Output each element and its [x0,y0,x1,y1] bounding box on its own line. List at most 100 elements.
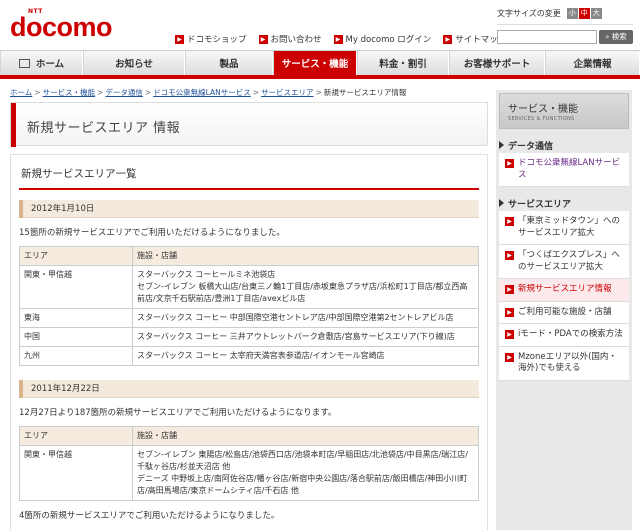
sidebar-item-label: 「つくばエクスプレス」へのサービスエリア拡大 [518,250,620,272]
sidebar-category-area[interactable]: サービスエリア [499,195,629,211]
nav-item-label: 製品 [219,59,239,70]
date-heading: 2011年12月22日 [19,380,479,398]
font-size-small-button[interactable]: 小 [566,7,578,19]
nav-item-home[interactable]: ホーム [0,51,83,75]
column-header-area: エリア [19,426,133,446]
nav-item-news[interactable]: お知らせ [83,51,185,75]
column-header-facility: 施設・店舗 [132,426,479,446]
breadcrumb-current: 新規サービスエリア情報 [323,88,407,97]
sidebar-category-data[interactable]: データ通信 [499,137,629,153]
sidebar-category-label: サービスエリア [508,199,572,210]
search-icon: ⌕ [605,32,610,41]
area-table: エリア 施設・店舗 関東・甲信越 スターバックス コーヒールミネ池袋店 セブン-… [19,246,479,366]
sidebar-item-label: 新規サービスエリア情報 [518,284,612,294]
util-link-shop[interactable]: ▶ ドコモショップ [175,33,247,45]
sidebar: サービス・機能 SERVICES & FUNCTIONS データ通信 ▶ ドコモ公… [496,90,632,530]
breadcrumb-link-area[interactable]: サービスエリア [261,88,314,97]
table-row: 東海 スターバックス コーヒー 中部国際空港セントレア店/中部国際空港第2セント… [19,308,479,328]
cell-area: 東海 [19,308,133,328]
font-size-label: 文字サイズの変更 [497,8,561,18]
divider [497,24,633,25]
breadcrumb-link-wifi[interactable]: ドコモ公衆無線LANサービス [153,88,251,97]
date-heading: 2012年1月10日 [19,200,479,218]
column-header-facility: 施設・店舗 [132,246,479,266]
nav-item-pricing[interactable]: 料金・割引 [357,51,449,75]
footer-note: 4箇所の新規サービスエリアでご利用いただけるようになりました。 [19,511,280,521]
nav-item-label: 料金・割引 [379,59,427,70]
arrow-right-icon: ▶ [505,307,514,317]
breadcrumb-separator: > [144,88,152,97]
nav-item-services[interactable]: サービス・機能 [273,51,357,75]
cell-facility: スターバックス コーヒー 太宰府天満宮表参道店/イオンモール宮崎店 [132,346,479,366]
nav-item-support[interactable]: お客様サポート [449,51,545,75]
sidebar-item-label: ドコモ公衆無線LANサービス [518,158,621,180]
font-size-medium-button[interactable]: 中 [578,7,590,19]
breadcrumb-link-home[interactable]: ホーム [10,88,32,97]
font-size-large-button[interactable]: 大 [590,7,602,19]
sidebar-item-wifi-service[interactable]: ▶ ドコモ公衆無線LANサービス [499,153,629,187]
sidebar-item-new-areas[interactable]: ▶ 新規サービスエリア情報 [499,279,629,302]
util-link-contact[interactable]: ▶ お問い合わせ [258,33,322,45]
breadcrumb: ホーム > サービス・機能 > データ通信 > ドコモ公衆無線LANサービス > サービスエリア… [10,87,406,98]
arrow-right-icon: ▶ [505,330,514,339]
search-button[interactable]: ⌕ 検索 [599,30,633,44]
sidebar-item-label: ご利用可能な施設・店舗 [518,306,612,317]
breadcrumb-separator: > [97,88,104,97]
util-link-mydocomo[interactable]: ▶ My docomo ログイン [333,33,431,45]
table-header-row: エリア 施設・店舗 [19,246,479,266]
nav-item-label: お客様サポート [463,59,531,70]
nav-item-label: ホーム [35,59,65,70]
arrow-right-icon: ▶ [505,352,514,362]
block-intro: 12月27日より187箇所の新規サービスエリアでご利用いただけるようになります。 [19,408,337,418]
arrow-right-icon: ▶ [505,159,514,168]
sidebar-item-facilities[interactable]: ▶ ご利用可能な施設・店舗 [499,301,629,324]
breadcrumb-separator: > [34,88,41,97]
sidebar-header: サービス・機能 SERVICES & FUNCTIONS [499,93,629,129]
sidebar-title: サービス・機能 [508,104,578,115]
triangle-right-icon [499,141,504,149]
util-link-label: お問い合わせ [270,35,322,45]
arrow-right-icon: ▶ [443,34,453,44]
nav-item-products[interactable]: 製品 [185,51,273,75]
font-size-switcher: 文字サイズの変更 小 中 大 [497,6,633,20]
column-header-area: エリア [19,246,133,266]
global-nav: ホーム お知らせ 製品 サービス・機能 料金・割引 お客様サポート 企業情報 [0,50,640,79]
content-panel: 新規サービスエリア一覧 2012年1月10日 15箇所の新規サービスエリアでご利… [10,154,488,530]
breadcrumb-link-services[interactable]: サービス・機能 [43,88,96,97]
table-row: 九州 スターバックス コーヒー 太宰府天満宮表参道店/イオンモール宮崎店 [19,346,479,366]
nav-item-label: 企業情報 [573,59,612,70]
sidebar-item-midtown[interactable]: ▶ 「東京ミッドタウン」へのサービスエリア拡大 [499,211,629,245]
nav-item-label: お知らせ [115,59,153,70]
arrow-right-icon: ▶ [505,285,514,294]
table-row: 関東・甲信越 セブン-イレブン 東陽店/松島店/池袋西口店/池袋本町店/早稲田店… [19,445,479,501]
cell-area: 九州 [19,346,133,366]
block-intro: 15箇所の新規サービスエリアでご利用いただけるようになりました。 [19,228,285,238]
nav-item-label: サービス・機能 [281,59,349,70]
site-header: NTT docomo ▶ ドコモショップ ▶ お問い合わせ ▶ My docomo ロ… [0,0,640,50]
section-title: 新規サービスエリア一覧 [19,161,479,190]
main-content: 新規サービスエリア 情報 新規サービスエリア一覧 2012年1月10日 15箇所… [10,102,488,530]
search-input[interactable] [497,30,597,44]
util-link-label: ドコモショップ [187,35,247,45]
arrow-right-icon: ▶ [175,34,184,44]
table-header-row: エリア 施設・店舗 [19,426,479,446]
cell-facility: セブン-イレブン 東陽店/松島店/池袋西口店/池袋本町店/早稲田店/北池袋店/中… [132,445,479,501]
table-row: 関東・甲信越 スターバックス コーヒールミネ池袋店 セブン-イレブン 板橋大山店… [19,265,479,309]
triangle-right-icon [499,199,504,207]
home-icon [18,58,30,68]
sidebar-subtitle: SERVICES & FUNCTIONS [508,116,575,122]
arrow-right-icon: ▶ [333,34,343,44]
sidebar-item-tsukuba[interactable]: ▶ 「つくばエクスプレス」へのサービスエリア拡大 [499,245,629,279]
sidebar-item-imode-search[interactable]: ▶ iモード・PDAでの検索方法 [499,324,629,347]
arrow-right-icon: ▶ [505,251,514,260]
page-title-box: 新規サービスエリア 情報 [10,102,488,147]
sidebar-item-label: iモード・PDAでの検索方法 [518,329,623,339]
cell-facility: スターバックス コーヒー 三井アウトレットパーク倉敷店/宮島サービスエリア(下り… [132,327,479,347]
breadcrumb-link-data[interactable]: データ通信 [105,88,143,97]
sidebar-item-mzone-outside[interactable]: ▶ Mzoneエリア以外(国内・海外)でも使える [499,346,629,381]
cell-facility: スターバックス コーヒールミネ池袋店 セブン-イレブン 板橋大山店/台東三ノ輪1… [132,265,479,309]
cell-facility: スターバックス コーヒー 中部国際空港セントレア店/中部国際空港第2セントレアビ… [132,308,479,328]
nav-item-corporate[interactable]: 企業情報 [545,51,640,75]
cell-area: 関東・甲信越 [19,265,133,309]
sidebar-item-label: Mzoneエリア以外(国内・海外)でも使える [518,351,617,374]
